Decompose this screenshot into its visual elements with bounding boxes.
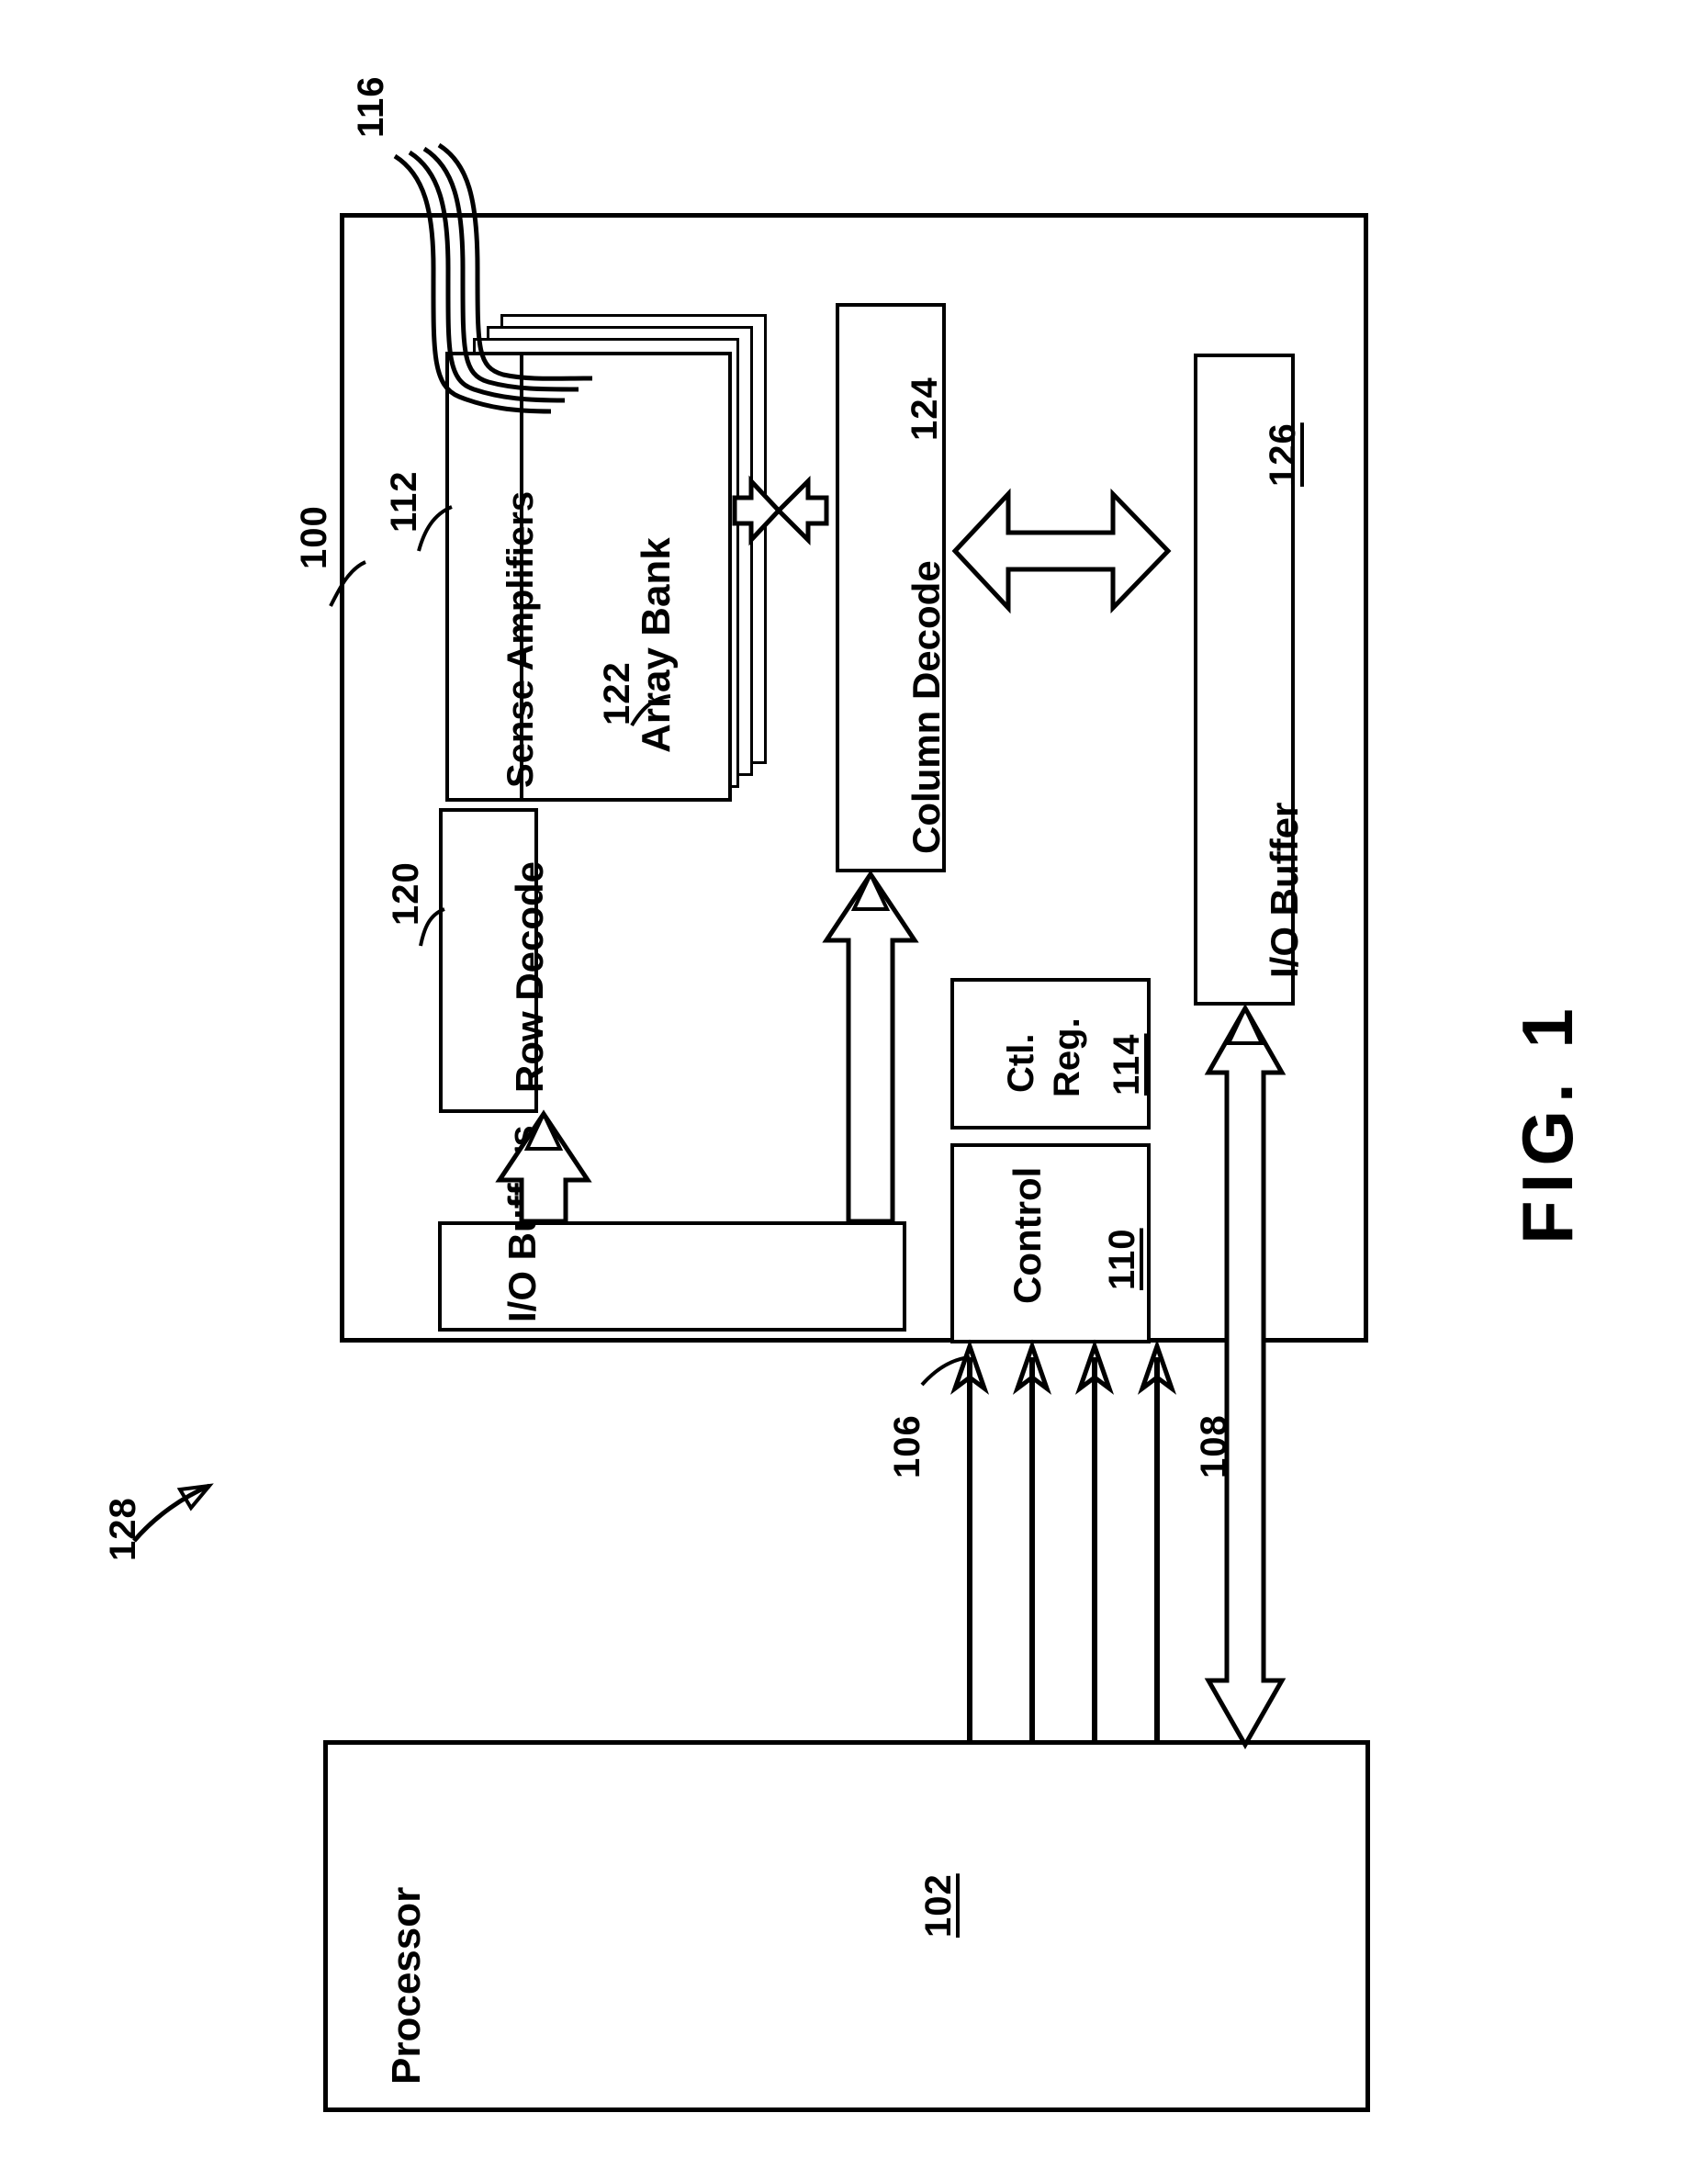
memory-device-ref: 100: [294, 505, 334, 569]
external-lines-ref: 116: [351, 75, 391, 138]
io-buffer-data-label: I/O Buffer: [1263, 802, 1306, 978]
processor-ref: 102: [918, 1873, 959, 1938]
row-decode-ref: 120: [386, 861, 426, 926]
array-bank-label: Array Bank: [634, 537, 679, 753]
processor-label: Processor: [384, 1886, 429, 2085]
control-bus-106: [967, 1357, 1160, 1740]
row-decode-label: Row Decode: [508, 860, 551, 1093]
control-bus-ref: 106: [887, 1414, 927, 1478]
control-bus-106-arrowheads: [950, 1339, 1177, 1395]
patent-figure-sheet: Array Bank Sense Amplifiers 112 122 100 …: [0, 0, 1708, 2158]
processor-box: [323, 1740, 1370, 2112]
control-register-label-line2: Reg.: [1047, 1017, 1087, 1097]
data-bus-ref: 108: [1194, 1414, 1234, 1478]
control-register-label-line1: Ctl.: [1001, 1033, 1041, 1093]
control-label: Control: [1006, 1166, 1049, 1304]
leader-128: [132, 1483, 214, 1543]
io-buffer-data-ref: 126: [1263, 422, 1303, 487]
system-ref: 128: [103, 1497, 143, 1561]
sense-amplifiers-label: Sense Amplifiers: [500, 490, 541, 788]
leader-106: [920, 1355, 971, 1387]
control-register-ref: 114: [1107, 1033, 1147, 1096]
column-decode-ref: 124: [905, 377, 945, 441]
control-ref: 110: [1102, 1228, 1142, 1290]
column-decode-label: Column Decode: [905, 560, 948, 854]
sense-amplifiers-ref: 122: [597, 661, 637, 725]
io-buffers-internal-label: I/O Buffers: [500, 1125, 544, 1322]
figure-caption: FIG. 1: [1507, 1001, 1588, 1244]
array-bank-ref: 112: [384, 470, 424, 533]
